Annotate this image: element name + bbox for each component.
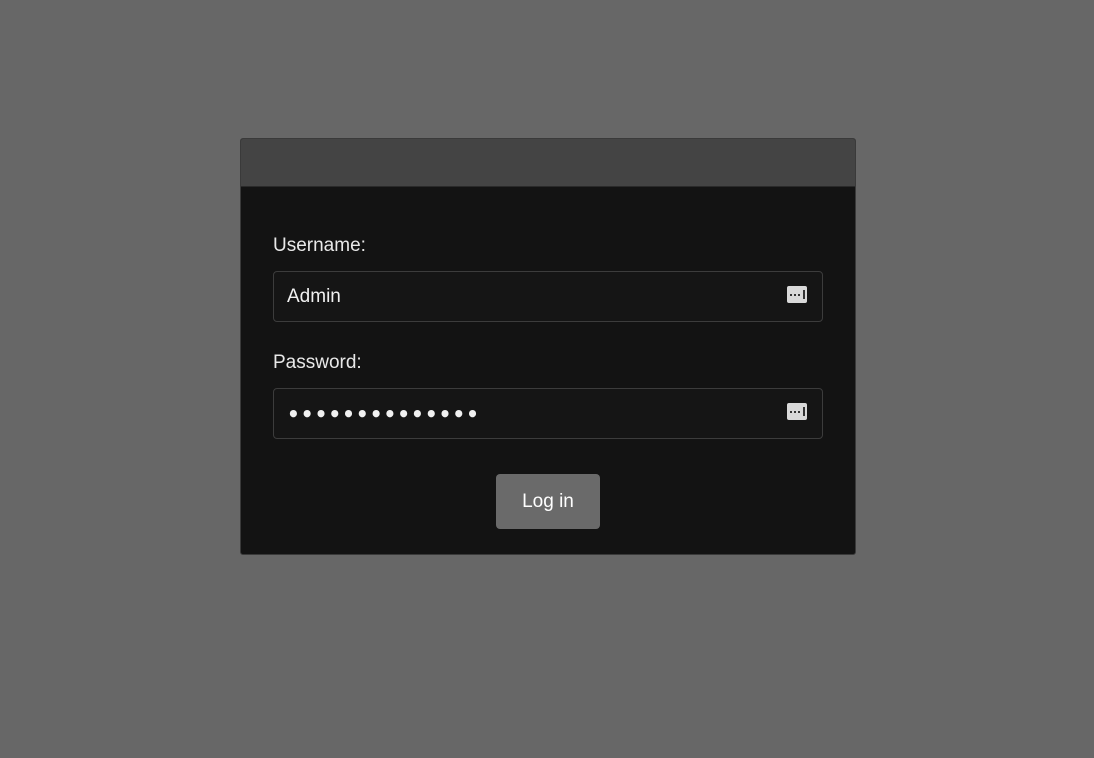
username-input[interactable]: Admin: [273, 271, 823, 322]
login-button[interactable]: Log in: [496, 474, 600, 529]
username-value: Admin: [287, 286, 341, 307]
password-label: Password:: [273, 352, 362, 373]
username-label: Username:: [273, 235, 366, 256]
password-manager-key-icon[interactable]: [787, 286, 807, 303]
dialog-header: [241, 139, 855, 187]
password-manager-key-icon[interactable]: [787, 403, 807, 420]
button-row: Log in: [273, 474, 823, 529]
login-dialog: Username: Admin Password: ••••••••••••••…: [240, 138, 856, 555]
login-form: Username: Admin Password: ••••••••••••••…: [241, 187, 855, 529]
password-input[interactable]: ••••••••••••••: [273, 388, 823, 439]
password-masked-value: ••••••••••••••: [287, 402, 480, 426]
